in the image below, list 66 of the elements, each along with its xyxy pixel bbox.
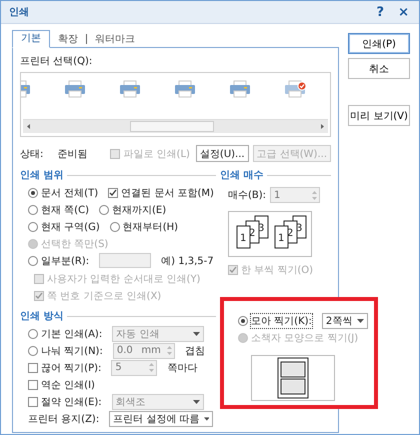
option-label: 현재까지(E)	[112, 204, 166, 216]
radio-button[interactable]	[28, 222, 38, 232]
option-label: 모아 찍기(K):	[251, 314, 312, 328]
spinner-arrows-icon	[164, 344, 174, 357]
checkbox[interactable]	[28, 380, 38, 390]
tab[interactable]: 확장	[50, 32, 86, 47]
label: 상태:	[20, 148, 44, 160]
button[interactable]: 인쇄(P)	[348, 33, 410, 54]
dropdown[interactable]: 프린터 설정에 따름	[109, 410, 214, 426]
option-label: 쪽 번호 기준으로 인쇄(X)	[47, 290, 162, 302]
section-title: 인쇄 매수	[220, 169, 264, 182]
section-title: 인쇄 방식	[20, 310, 64, 323]
radio-button[interactable]	[28, 328, 38, 338]
option-label: 절약 인쇄(E):	[41, 396, 102, 408]
tab[interactable]: 워터마크	[87, 32, 143, 47]
option-label: 파일로 인쇄(L)	[123, 148, 190, 160]
label: 매수(B):	[228, 189, 266, 202]
checkbox[interactable]	[28, 396, 38, 406]
status-value: 준비됨	[57, 148, 88, 160]
caret-icon	[192, 400, 200, 404]
radio-button[interactable]	[110, 222, 120, 232]
page-number: 1	[278, 233, 284, 244]
radio-button[interactable]	[98, 204, 109, 214]
button[interactable]: 미리 보기(V)	[348, 105, 410, 126]
radio-button[interactable]	[28, 204, 38, 214]
option-label: 선택한 쪽만(S)	[41, 238, 108, 250]
tab[interactable]: 기본	[12, 30, 50, 48]
section-title: 인쇄 범위	[20, 169, 64, 182]
radio-button[interactable]	[238, 316, 248, 326]
label: 겹침	[184, 344, 205, 358]
radio-button[interactable]	[28, 346, 38, 356]
caret-icon	[193, 332, 200, 336]
label: 프린터 선택(Q):	[20, 55, 94, 68]
option-label: 문서 전체(T)	[41, 186, 98, 200]
dropdown[interactable]: 2쪽씩	[322, 312, 368, 328]
button[interactable]: 취소	[348, 58, 410, 79]
checkbox[interactable]	[108, 188, 118, 198]
option-label: 사용자가 입력한 순서대로 인쇄(Y)	[47, 272, 200, 286]
option-label: 소책자 모양으로 찍기(J)	[251, 332, 358, 344]
button[interactable]: 설정(U)...	[196, 145, 249, 162]
spinner-arrows-icon	[310, 188, 320, 202]
option-label: 현재 구역(G)	[41, 220, 100, 234]
checkbox[interactable]	[28, 362, 38, 372]
option-label: 한 부씩 찍기(O)	[241, 264, 314, 277]
spinner-arrows-icon	[147, 361, 156, 374]
option-label: 역순 인쇄(I)	[41, 378, 95, 392]
label: 예) 1,3,5-7	[161, 254, 214, 268]
close-button[interactable]: ×	[396, 4, 411, 20]
option-label: 현재부터(H)	[122, 220, 178, 234]
option-label: 나눠 찍기(N):	[41, 344, 103, 358]
scrollbar-thumb[interactable]	[130, 121, 214, 132]
option-label: 연결된 문서 포함(M)	[121, 186, 214, 200]
page-number: 1	[240, 233, 246, 244]
label: 쪽마다	[167, 362, 198, 374]
caret-icon	[204, 416, 210, 420]
option-label: 현재 쪽(C)	[41, 204, 89, 216]
caret-icon	[356, 318, 364, 322]
radio-button[interactable]	[28, 188, 38, 198]
printer-list[interactable]	[20, 72, 331, 137]
help-button[interactable]: ?	[374, 4, 386, 20]
window-title: 인쇄	[9, 6, 30, 19]
option-label: 기본 인쇄(A):	[41, 328, 102, 340]
option-label: 끊어 찍기(P):	[41, 362, 102, 374]
radio-button[interactable]	[28, 256, 38, 266]
option-label: 일부분(R):	[41, 254, 90, 268]
label: 프린터 용지(Z):	[28, 412, 100, 426]
